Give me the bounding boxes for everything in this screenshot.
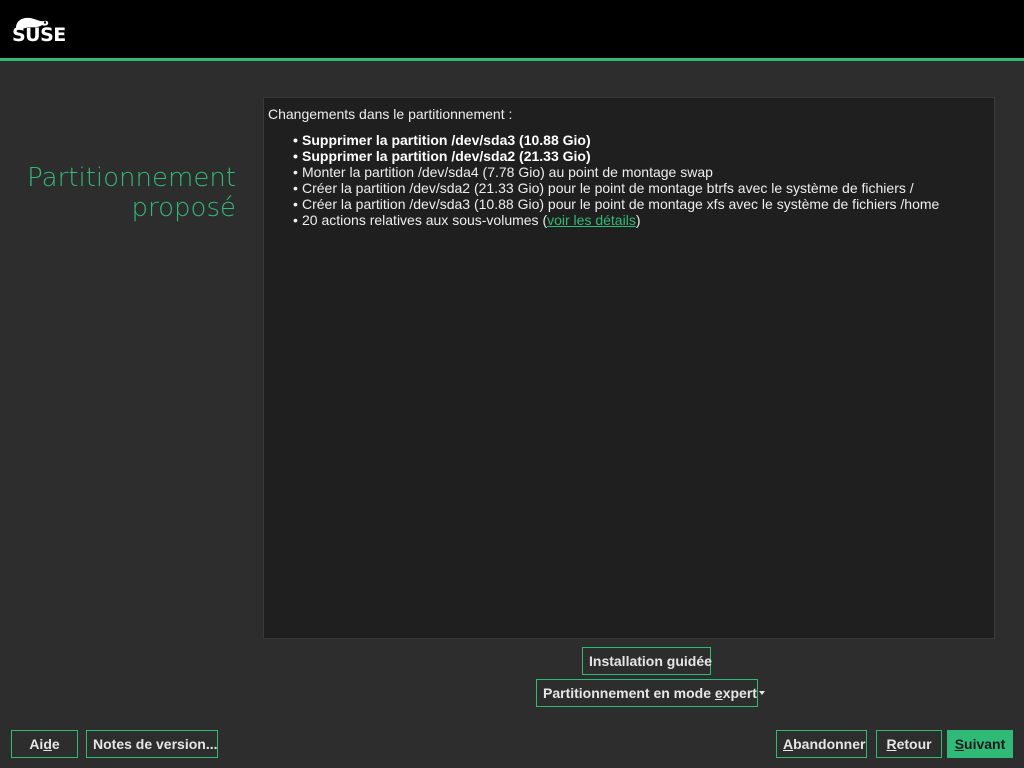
list-item-text: Monter la partition /dev/sda4 (7.78 Gio)…: [302, 164, 713, 180]
partitioning-summary-panel: Changements dans le partitionnement : • S…: [263, 97, 995, 639]
expert-partitioner-menu-button[interactable]: Partitionnement en mode expert: [536, 679, 765, 707]
release-notes-button[interactable]: Notes de version...: [86, 730, 218, 758]
bullet-icon: •: [293, 148, 298, 164]
abort-label-post: bandonner: [793, 736, 866, 752]
bullet-icon: •: [293, 164, 298, 180]
suse-logo: SUSE: [12, 16, 76, 48]
abort-button[interactable]: Abandonner: [776, 730, 867, 758]
list-item-text: Supprimer la partition /dev/sda2 (21.33 …: [302, 148, 591, 164]
bullet-icon: •: [293, 180, 298, 196]
logo-wordmark: SUSE: [12, 24, 66, 46]
caret-down-icon: [758, 691, 765, 696]
back-button[interactable]: Retour: [876, 730, 942, 758]
list-item: • Créer la partition /dev/sda2 (21.33 Gio…: [293, 180, 990, 196]
page-title-line2: proposé: [131, 193, 236, 223]
view-details-link[interactable]: voir les détails: [547, 212, 636, 228]
back-accelerator: R: [886, 736, 897, 752]
abort-accelerator: A: [783, 736, 794, 752]
list-item-subvolumes: • 20 actions relatives aux sous-volumes (…: [293, 212, 990, 228]
subvolumes-text: 20 actions relatives aux sous-volumes (: [302, 212, 548, 228]
next-button[interactable]: Suivant: [947, 730, 1013, 758]
list-item: • Supprimer la partition /dev/sda3 (10.88…: [293, 132, 990, 148]
list-item-text: Créer la partition /dev/sda2 (21.33 Gio)…: [302, 180, 914, 196]
bullet-icon: •: [293, 132, 298, 148]
list-item-text: Supprimer la partition /dev/sda3 (10.88 …: [302, 132, 591, 148]
next-label-post: uivant: [964, 736, 1006, 752]
next-accelerator: S: [954, 736, 965, 752]
list-item: • Créer la partition /dev/sda3 (10.88 Gio…: [293, 196, 990, 212]
bullet-icon: •: [293, 212, 298, 228]
summary-list: • Supprimer la partition /dev/sda3 (10.88…: [268, 132, 990, 228]
banner-accent-line: [0, 58, 1024, 61]
subvolumes-suffix: ): [635, 212, 641, 228]
guided-setup-label-post: uidée: [675, 653, 712, 669]
help-button[interactable]: Aide: [11, 730, 78, 758]
page-title-line1: Partitionnement: [27, 163, 236, 193]
list-item: • Monter la partition /dev/sda4 (7.78 Gio…: [293, 164, 990, 180]
summary-heading: Changements dans le partitionnement :: [268, 106, 513, 122]
back-label-post: etour: [896, 736, 932, 752]
guided-setup-button[interactable]: Installation guidée: [582, 647, 712, 675]
help-accelerator: d: [43, 736, 52, 752]
expert-label-post: xpert: [722, 685, 757, 701]
list-item-text: Créer la partition /dev/sda3 (10.88 Gio)…: [302, 196, 940, 212]
top-banner: SUSE: [0, 0, 1024, 61]
page-title: Partitionnement proposé: [20, 163, 236, 223]
help-label-post: e: [51, 736, 60, 752]
guided-setup-label-pre: Installation: [589, 653, 667, 669]
expert-label-pre: Partitionnement en mode: [543, 685, 715, 701]
list-item: • Supprimer la partition /dev/sda2 (21.33…: [293, 148, 990, 164]
expert-accelerator: e: [714, 685, 723, 701]
bullet-icon: •: [293, 196, 298, 212]
help-label-pre: Ai: [29, 736, 44, 752]
